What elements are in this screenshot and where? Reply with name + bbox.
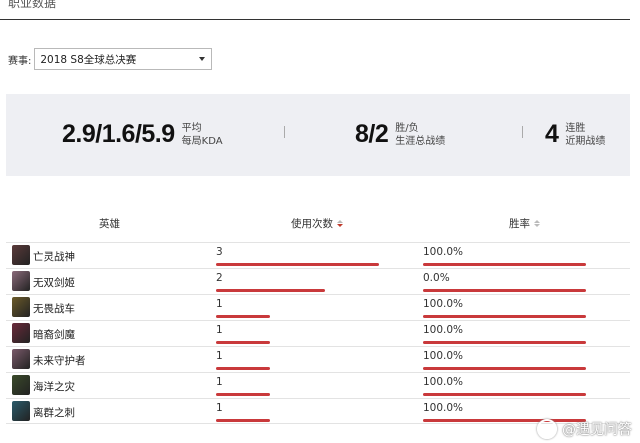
stat-streak: 4 连胜 近期战绩	[545, 120, 605, 149]
use-count-bar	[216, 315, 270, 318]
win-rate-bar	[423, 341, 586, 344]
stat-record-line1: 胜/负	[395, 122, 419, 134]
column-header-winrate-label: 胜率	[509, 218, 530, 230]
event-select[interactable]: 2018 S8全球总决赛	[34, 48, 213, 70]
use-count-bar	[216, 263, 379, 266]
hero-name: 离群之刺	[33, 407, 75, 419]
win-rate: 100.0%	[423, 350, 464, 362]
hero-name: 海洋之灾	[33, 381, 75, 393]
use-count: 1	[216, 402, 223, 414]
stats-panel: 2.9/1.6/5.9 平均 每局KDA 8/2 胜/负 生涯总战绩 4 连胜 …	[6, 94, 630, 176]
sort-desc-icon[interactable]	[337, 220, 343, 227]
stat-streak-line2: 近期战绩	[565, 135, 606, 147]
stat-streak-value: 4	[545, 120, 559, 148]
win-rate-bar	[423, 315, 586, 318]
stat-streak-line1: 连胜	[565, 122, 586, 134]
use-count-bar	[216, 341, 270, 344]
hero-name: 无双剑姬	[33, 277, 75, 289]
chevron-down-icon	[199, 57, 206, 61]
hero-name: 暗裔剑魔	[33, 329, 75, 341]
table-row: 海洋之灾 1 100.0%	[6, 372, 630, 398]
tab-strip: 职业数据	[0, 0, 630, 20]
tab-career-data[interactable]: 职业数据	[8, 0, 56, 11]
hero-avatar	[12, 323, 30, 343]
win-rate-bar	[423, 393, 586, 396]
hero-avatar	[12, 271, 30, 291]
win-rate-bar	[423, 289, 586, 292]
hero-avatar	[12, 349, 30, 369]
use-count: 2	[216, 272, 223, 284]
table-header: 英雄 使用次数 胜率	[0, 216, 640, 230]
stat-divider	[522, 126, 523, 138]
win-rate-bar	[423, 367, 586, 370]
event-filter: 赛事: 2018 S8全球总决赛	[8, 48, 213, 70]
use-count: 1	[216, 298, 223, 310]
stat-record: 8/2 胜/负 生涯总战绩	[355, 120, 445, 149]
win-rate: 0.0%	[423, 272, 450, 284]
column-header-hero: 英雄	[99, 216, 120, 231]
stat-kda-line2: 每局KDA	[181, 135, 223, 147]
win-rate: 100.0%	[423, 246, 464, 258]
use-count-bar	[216, 289, 325, 292]
watermark-text: @遇见问答	[562, 422, 632, 438]
win-rate-bar	[423, 263, 586, 266]
table-row: 暗裔剑魔 1 100.0%	[6, 320, 630, 346]
stat-divider	[284, 126, 285, 138]
hero-avatar	[12, 297, 30, 317]
table-row: 无畏战车 1 100.0%	[6, 294, 630, 320]
stat-record-value: 8/2	[355, 120, 389, 148]
column-header-winrate[interactable]: 胜率	[509, 216, 540, 231]
watermark-logo-icon	[537, 419, 557, 439]
hero-avatar	[12, 375, 30, 395]
column-header-hero-label: 英雄	[99, 218, 120, 230]
stat-kda-desc: 平均 每局KDA	[182, 122, 223, 148]
stat-record-line2: 生涯总战绩	[395, 135, 446, 147]
use-count: 1	[216, 350, 223, 362]
hero-name: 亡灵战神	[33, 251, 75, 263]
stat-streak-desc: 连胜 近期战绩	[565, 122, 605, 148]
win-rate: 100.0%	[423, 298, 464, 310]
hero-name: 无畏战车	[33, 303, 75, 315]
win-rate: 100.0%	[423, 376, 464, 388]
use-count: 1	[216, 324, 223, 336]
column-header-uses-label: 使用次数	[291, 218, 333, 230]
watermark: @遇见问答	[537, 419, 632, 439]
stat-record-desc: 胜/负 生涯总战绩	[395, 122, 445, 148]
stat-kda: 2.9/1.6/5.9 平均 每局KDA	[62, 120, 223, 149]
event-filter-label: 赛事:	[8, 55, 32, 67]
table-row: 无双剑姬 2 0.0%	[6, 268, 630, 294]
use-count: 1	[216, 376, 223, 388]
column-header-uses[interactable]: 使用次数	[291, 216, 343, 231]
use-count-bar	[216, 367, 270, 370]
hero-avatar	[12, 245, 30, 265]
event-select-value: 2018 S8全球总决赛	[40, 53, 137, 66]
table-row: 亡灵战神 3 100.0%	[6, 242, 630, 268]
use-count: 3	[216, 246, 223, 258]
use-count-bar	[216, 393, 270, 396]
stat-kda-line1: 平均	[181, 122, 202, 134]
hero-avatar	[12, 401, 30, 421]
hero-table: 亡灵战神 3 100.0% 无双剑姬 2 0.0% 无畏战车 1 100.0% 暗裔剑魔 1 100.…	[6, 242, 630, 424]
win-rate: 100.0%	[423, 324, 464, 336]
use-count-bar	[216, 419, 270, 422]
sort-icon[interactable]	[534, 220, 540, 227]
win-rate: 100.0%	[423, 402, 464, 414]
table-row: 未来守护者 1 100.0%	[6, 346, 630, 372]
stat-kda-value: 2.9/1.6/5.9	[62, 120, 175, 148]
hero-name: 未来守护者	[33, 355, 86, 367]
